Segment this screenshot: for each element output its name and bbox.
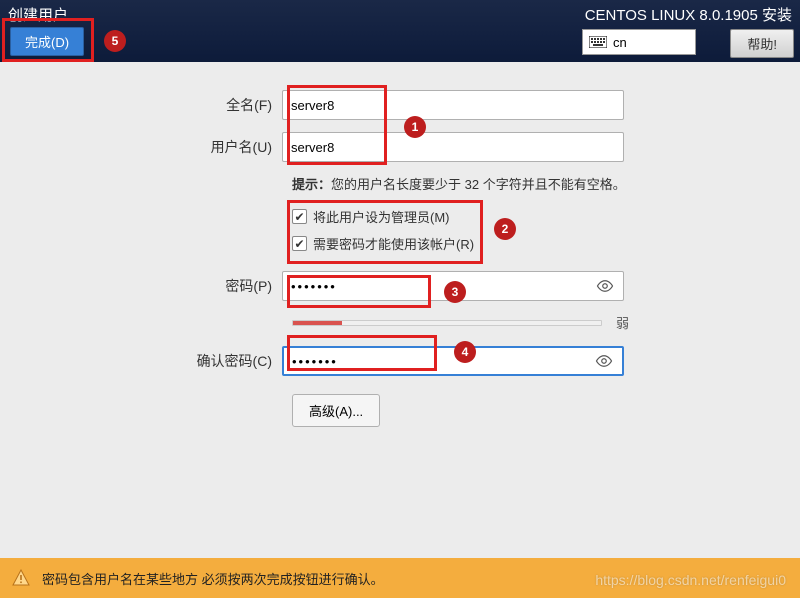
keyboard-layout-selector[interactable]: cn xyxy=(582,29,696,55)
username-input[interactable] xyxy=(282,132,624,162)
password-field-wrapper xyxy=(282,271,624,301)
fullname-label: 全名(F) xyxy=(0,95,282,115)
hint-text: 您的用户名长度要少于 32 个字符并且不能有空格。 xyxy=(331,177,626,192)
password-strength-text: 弱 xyxy=(616,313,629,332)
help-button[interactable]: 帮助! xyxy=(730,29,794,58)
admin-checkbox-label: 将此用户设为管理员(M) xyxy=(313,207,450,226)
keyboard-layout-value: cn xyxy=(613,35,627,50)
fullname-input[interactable] xyxy=(282,90,624,120)
password-label: 密码(P) xyxy=(0,276,282,296)
confirm-password-label: 确认密码(C) xyxy=(0,351,282,371)
require-password-checkbox[interactable]: ✔ xyxy=(292,236,307,251)
password-strength-fill xyxy=(293,321,342,325)
username-hint: 提示：您的用户名长度要少于 32 个字符并且不能有空格。 xyxy=(0,174,800,193)
confirm-password-input[interactable] xyxy=(284,348,592,374)
product-title: CENTOS LINUX 8.0.1905 安装 xyxy=(585,4,792,25)
advanced-button[interactable]: 高级(A)... xyxy=(292,394,380,427)
password-strength-bar xyxy=(292,320,602,326)
create-user-form: 全名(F) 用户名(U) 提示：您的用户名长度要少于 32 个字符并且不能有空格… xyxy=(0,62,800,427)
confirm-password-field-wrapper xyxy=(282,346,624,376)
confirm-password-visibility-icon[interactable] xyxy=(592,349,616,373)
username-label: 用户名(U) xyxy=(0,137,282,157)
watermark-text: https://blog.csdn.net/renfeigui0 xyxy=(595,572,786,588)
admin-checkbox[interactable]: ✔ xyxy=(292,209,307,224)
password-visibility-icon[interactable] xyxy=(593,274,617,298)
require-password-checkbox-label: 需要密码才能使用该帐户(R) xyxy=(313,234,474,253)
warning-message: 密码包含用户名在某些地方 必须按两次完成按钮进行确认。 xyxy=(42,569,384,588)
warning-icon xyxy=(12,569,30,587)
installer-header: 创建用户 完成(D) CENTOS LINUX 8.0.1905 安装 cn 帮… xyxy=(0,0,800,62)
page-title: 创建用户 xyxy=(8,4,68,25)
keyboard-icon xyxy=(589,36,607,48)
done-button[interactable]: 完成(D) xyxy=(10,27,84,56)
hint-prefix: 提示： xyxy=(292,177,331,192)
password-input[interactable] xyxy=(283,272,593,300)
